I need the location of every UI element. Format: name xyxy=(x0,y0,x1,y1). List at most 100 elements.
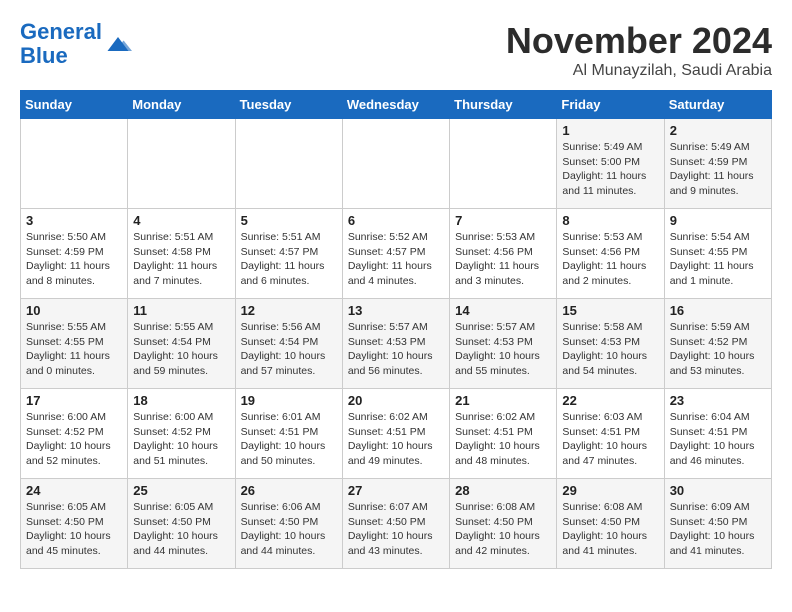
calendar-day-cell: 22 Sunrise: 6:03 AM Sunset: 4:51 PM Dayli… xyxy=(557,389,664,479)
day-number: 7 xyxy=(455,213,551,228)
day-of-week-header: Tuesday xyxy=(235,91,342,119)
day-info: Sunrise: 6:00 AM Sunset: 4:52 PM Dayligh… xyxy=(26,410,122,469)
day-info: Sunrise: 5:56 AM Sunset: 4:54 PM Dayligh… xyxy=(241,320,337,379)
day-info: Sunrise: 5:51 AM Sunset: 4:58 PM Dayligh… xyxy=(133,230,229,289)
day-info: Sunrise: 6:02 AM Sunset: 4:51 PM Dayligh… xyxy=(348,410,444,469)
calendar-day-cell: 25 Sunrise: 6:05 AM Sunset: 4:50 PM Dayli… xyxy=(128,479,235,569)
day-number: 11 xyxy=(133,303,229,318)
day-info: Sunrise: 6:03 AM Sunset: 4:51 PM Dayligh… xyxy=(562,410,658,469)
day-number: 14 xyxy=(455,303,551,318)
calendar-day-cell: 9Sunrise: 5:54 AM Sunset: 4:55 PM Daylig… xyxy=(664,209,771,299)
calendar-day-cell xyxy=(128,119,235,209)
calendar-day-cell: 4Sunrise: 5:51 AM Sunset: 4:58 PM Daylig… xyxy=(128,209,235,299)
day-info: Sunrise: 6:00 AM Sunset: 4:52 PM Dayligh… xyxy=(133,410,229,469)
calendar-day-cell: 30Sunrise: 6:09 AM Sunset: 4:50 PM Dayli… xyxy=(664,479,771,569)
calendar-day-cell: 15Sunrise: 5:58 AM Sunset: 4:53 PM Dayli… xyxy=(557,299,664,389)
day-info: Sunrise: 5:57 AM Sunset: 4:53 PM Dayligh… xyxy=(455,320,551,379)
calendar-day-cell: 16 Sunrise: 5:59 AM Sunset: 4:52 PM Dayli… xyxy=(664,299,771,389)
day-number: 20 xyxy=(348,393,444,408)
day-info: Sunrise: 5:55 AM Sunset: 4:55 PM Dayligh… xyxy=(26,320,122,379)
day-number: 3 xyxy=(26,213,122,228)
calendar-day-cell xyxy=(450,119,557,209)
calendar-day-cell: 26Sunrise: 6:06 AM Sunset: 4:50 PM Dayli… xyxy=(235,479,342,569)
calendar-week-row: 1 Sunrise: 5:49 AM Sunset: 5:00 PM Daylig… xyxy=(21,119,772,209)
day-info: Sunrise: 5:49 AM Sunset: 5:00 PM Dayligh… xyxy=(562,140,658,199)
day-info: Sunrise: 6:07 AM Sunset: 4:50 PM Dayligh… xyxy=(348,500,444,559)
day-number: 29 xyxy=(562,483,658,498)
day-of-week-header: Wednesday xyxy=(342,91,449,119)
calendar-day-cell: 27 Sunrise: 6:07 AM Sunset: 4:50 PM Dayli… xyxy=(342,479,449,569)
calendar-day-cell: 18Sunrise: 6:00 AM Sunset: 4:52 PM Dayli… xyxy=(128,389,235,479)
logo: GeneralBlue xyxy=(20,20,132,68)
day-info: Sunrise: 5:50 AM Sunset: 4:59 PM Dayligh… xyxy=(26,230,122,289)
day-number: 13 xyxy=(348,303,444,318)
calendar-day-cell: 5 Sunrise: 5:51 AM Sunset: 4:57 PM Daylig… xyxy=(235,209,342,299)
day-number: 27 xyxy=(348,483,444,498)
day-info: Sunrise: 5:54 AM Sunset: 4:55 PM Dayligh… xyxy=(670,230,766,289)
calendar-day-cell: 2 Sunrise: 5:49 AM Sunset: 4:59 PM Daylig… xyxy=(664,119,771,209)
calendar-header-row: SundayMondayTuesdayWednesdayThursdayFrid… xyxy=(21,91,772,119)
calendar-week-row: 3 Sunrise: 5:50 AM Sunset: 4:59 PM Daylig… xyxy=(21,209,772,299)
calendar-day-cell: 13 Sunrise: 5:57 AM Sunset: 4:53 PM Dayli… xyxy=(342,299,449,389)
day-of-week-header: Thursday xyxy=(450,91,557,119)
day-number: 21 xyxy=(455,393,551,408)
calendar-table: SundayMondayTuesdayWednesdayThursdayFrid… xyxy=(20,90,772,569)
calendar-day-cell: 7 Sunrise: 5:53 AM Sunset: 4:56 PM Daylig… xyxy=(450,209,557,299)
calendar-week-row: 10 Sunrise: 5:55 AM Sunset: 4:55 PM Dayli… xyxy=(21,299,772,389)
calendar-day-cell: 20 Sunrise: 6:02 AM Sunset: 4:51 PM Dayli… xyxy=(342,389,449,479)
day-info: Sunrise: 5:49 AM Sunset: 4:59 PM Dayligh… xyxy=(670,140,766,199)
calendar-day-cell: 29 Sunrise: 6:08 AM Sunset: 4:50 PM Dayli… xyxy=(557,479,664,569)
day-number: 2 xyxy=(670,123,766,138)
calendar-day-cell: 11Sunrise: 5:55 AM Sunset: 4:54 PM Dayli… xyxy=(128,299,235,389)
day-of-week-header: Sunday xyxy=(21,91,128,119)
calendar-week-row: 17 Sunrise: 6:00 AM Sunset: 4:52 PM Dayli… xyxy=(21,389,772,479)
calendar-day-cell: 1 Sunrise: 5:49 AM Sunset: 5:00 PM Daylig… xyxy=(557,119,664,209)
day-info: Sunrise: 6:05 AM Sunset: 4:50 PM Dayligh… xyxy=(133,500,229,559)
title-block: November 2024 Al Munayzilah, Saudi Arabi… xyxy=(506,20,772,80)
day-info: Sunrise: 5:59 AM Sunset: 4:52 PM Dayligh… xyxy=(670,320,766,379)
day-number: 26 xyxy=(241,483,337,498)
calendar-day-cell: 10 Sunrise: 5:55 AM Sunset: 4:55 PM Dayli… xyxy=(21,299,128,389)
calendar-day-cell xyxy=(21,119,128,209)
day-number: 12 xyxy=(241,303,337,318)
day-info: Sunrise: 6:05 AM Sunset: 4:50 PM Dayligh… xyxy=(26,500,122,559)
logo-icon xyxy=(104,30,132,58)
day-info: Sunrise: 5:52 AM Sunset: 4:57 PM Dayligh… xyxy=(348,230,444,289)
calendar-day-cell: 8Sunrise: 5:53 AM Sunset: 4:56 PM Daylig… xyxy=(557,209,664,299)
day-info: Sunrise: 5:51 AM Sunset: 4:57 PM Dayligh… xyxy=(241,230,337,289)
day-number: 22 xyxy=(562,393,658,408)
calendar-day-cell: 6 Sunrise: 5:52 AM Sunset: 4:57 PM Daylig… xyxy=(342,209,449,299)
day-number: 1 xyxy=(562,123,658,138)
day-info: Sunrise: 6:04 AM Sunset: 4:51 PM Dayligh… xyxy=(670,410,766,469)
day-number: 17 xyxy=(26,393,122,408)
day-info: Sunrise: 5:53 AM Sunset: 4:56 PM Dayligh… xyxy=(455,230,551,289)
calendar-day-cell: 21 Sunrise: 6:02 AM Sunset: 4:51 PM Dayli… xyxy=(450,389,557,479)
day-number: 5 xyxy=(241,213,337,228)
day-info: Sunrise: 6:08 AM Sunset: 4:50 PM Dayligh… xyxy=(562,500,658,559)
day-number: 8 xyxy=(562,213,658,228)
day-number: 25 xyxy=(133,483,229,498)
calendar-day-cell: 23 Sunrise: 6:04 AM Sunset: 4:51 PM Dayli… xyxy=(664,389,771,479)
day-info: Sunrise: 6:08 AM Sunset: 4:50 PM Dayligh… xyxy=(455,500,551,559)
day-number: 10 xyxy=(26,303,122,318)
day-info: Sunrise: 6:02 AM Sunset: 4:51 PM Dayligh… xyxy=(455,410,551,469)
calendar-day-cell: 14 Sunrise: 5:57 AM Sunset: 4:53 PM Dayli… xyxy=(450,299,557,389)
calendar-day-cell: 12 Sunrise: 5:56 AM Sunset: 4:54 PM Dayli… xyxy=(235,299,342,389)
day-number: 6 xyxy=(348,213,444,228)
calendar-week-row: 24Sunrise: 6:05 AM Sunset: 4:50 PM Dayli… xyxy=(21,479,772,569)
month-title: November 2024 xyxy=(506,20,772,62)
day-number: 23 xyxy=(670,393,766,408)
day-info: Sunrise: 6:09 AM Sunset: 4:50 PM Dayligh… xyxy=(670,500,766,559)
day-info: Sunrise: 5:57 AM Sunset: 4:53 PM Dayligh… xyxy=(348,320,444,379)
day-number: 15 xyxy=(562,303,658,318)
logo-text: GeneralBlue xyxy=(20,20,102,68)
calendar-day-cell xyxy=(235,119,342,209)
calendar-day-cell: 19 Sunrise: 6:01 AM Sunset: 4:51 PM Dayli… xyxy=(235,389,342,479)
page-header: GeneralBlue November 2024 Al Munayzilah,… xyxy=(20,20,772,80)
calendar-day-cell: 28 Sunrise: 6:08 AM Sunset: 4:50 PM Dayli… xyxy=(450,479,557,569)
day-number: 28 xyxy=(455,483,551,498)
day-number: 16 xyxy=(670,303,766,318)
day-info: Sunrise: 6:01 AM Sunset: 4:51 PM Dayligh… xyxy=(241,410,337,469)
day-number: 19 xyxy=(241,393,337,408)
calendar-day-cell xyxy=(342,119,449,209)
